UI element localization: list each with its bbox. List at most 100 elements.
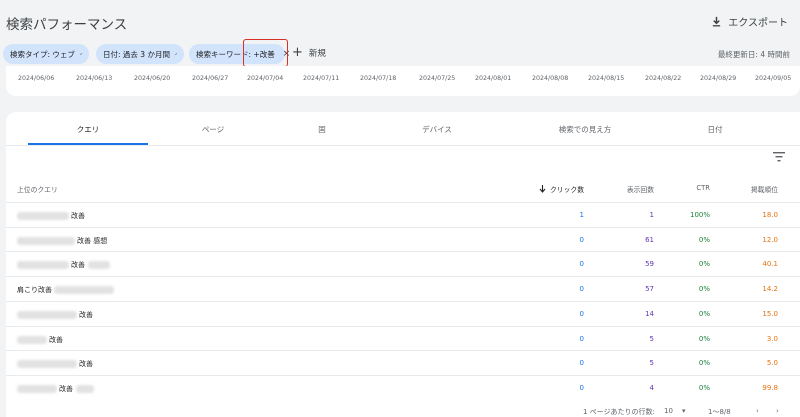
edit-pencil-icon[interactable] [80, 50, 82, 58]
ctr-cell: 0% [698, 334, 710, 343]
column-header-position[interactable]: 掲載順位 [751, 184, 778, 194]
ctr-cell: 0% [698, 309, 710, 318]
add-filter-label: 新規 [308, 49, 326, 59]
table-row[interactable]: 改善 感想 0 61 0% 12.0 [6, 226, 800, 252]
dimension-tabs: クエリ ページ 国 デバイス 検索での見え方 日付 [6, 112, 800, 146]
redacted-text [76, 384, 94, 393]
impressions-cell: 59 [645, 260, 654, 269]
column-header-ctr[interactable]: CTR [696, 184, 710, 192]
table-row[interactable]: 改善 0 14 0% 15.0 [6, 300, 800, 326]
query-text: 改善 [49, 335, 63, 344]
clicks-cell: 1 [579, 211, 584, 219]
query-text: 肩こり改善 [17, 286, 52, 295]
x-axis-tick-label: 2024/06/13 [76, 75, 113, 82]
position-cell: 18.0 [762, 211, 778, 219]
ctr-cell: 100% [689, 211, 710, 219]
clicks-header-label: クリック数 [550, 186, 584, 194]
tab-pages[interactable]: ページ [153, 124, 273, 135]
query-text: 改善 [71, 261, 85, 270]
ctr-cell: 0% [698, 235, 710, 244]
x-axis-tick-label: 2024/07/18 [360, 75, 397, 82]
redacted-text [88, 261, 110, 270]
export-button[interactable]: エクスポート [711, 14, 788, 29]
page-range: 1～8/8 [708, 408, 731, 416]
table-row[interactable]: 改善 0 5 0% 3.0 [6, 325, 800, 351]
column-header-clicks[interactable]: クリック数 [539, 184, 584, 194]
query-cell: 肩こり改善 [17, 285, 114, 295]
clicks-cell: 0 [579, 235, 584, 244]
x-axis-tick-label: 2024/08/29 [700, 75, 737, 82]
position-cell: 14.2 [762, 285, 778, 294]
table-row[interactable]: 肩こり改善 0 57 0% 14.2 [6, 276, 800, 301]
table-row[interactable]: 改善 1 1 100% 18.0 [6, 202, 800, 227]
tab-queries[interactable]: クエリ [28, 124, 148, 135]
table-header: 上位のクエリ クリック数 表示回数 CTR 掲載順位 [6, 178, 800, 202]
redacted-text [17, 261, 69, 270]
position-cell: 99.8 [762, 383, 778, 392]
impressions-cell: 1 [649, 211, 654, 219]
query-cell: 改善 感想 [17, 236, 107, 246]
tab-search-appearance[interactable]: 検索での見え方 [525, 124, 645, 135]
chip-label: 日付: 過去 3 か月間 [103, 49, 170, 59]
chevron-down-icon[interactable]: ▾ [682, 407, 686, 415]
impressions-cell: 5 [649, 334, 654, 343]
tab-dates[interactable]: 日付 [655, 124, 775, 135]
ctr-cell: 0% [698, 359, 710, 368]
last-updated-text: 最終更新日: 4 時間前 [717, 50, 790, 59]
ctr-cell: 0% [698, 383, 710, 392]
header-bar: 検索パフォーマンス エクスポート [0, 0, 800, 44]
position-cell: 40.1 [762, 260, 778, 269]
x-axis-tick-label: 2024/08/08 [532, 75, 569, 82]
edit-pencil-icon[interactable] [175, 50, 177, 58]
x-axis-tick-label: 2024/08/01 [475, 75, 512, 82]
query-cell: 改善 [17, 384, 94, 394]
rows-per-page-select[interactable]: 10 [664, 407, 673, 415]
tab-devices[interactable]: デバイス [377, 124, 497, 135]
x-axis-tick-label: 2024/07/11 [303, 75, 340, 82]
table-row[interactable]: 改善 0 59 0% 40.1 [6, 251, 800, 276]
position-cell: 5.0 [766, 359, 778, 368]
x-axis-tick-label: 2024/06/27 [192, 75, 229, 82]
prev-page-icon[interactable]: ‹ [756, 407, 759, 415]
query-text: 改善 [59, 384, 73, 393]
clicks-cell: 0 [579, 260, 584, 269]
query-text: 改善 [79, 310, 93, 319]
impressions-cell: 14 [645, 309, 654, 318]
query-text: 改善 感想 [77, 236, 108, 245]
query-cell: 改善 [17, 310, 93, 320]
add-filter-button[interactable]: + 新規 [292, 45, 326, 60]
filter-rows-icon[interactable] [773, 152, 785, 162]
x-axis-tick-label: 2024/07/04 [247, 75, 284, 82]
filter-chip-date[interactable]: 日付: 過去 3 か月間 [96, 44, 184, 64]
query-cell: 改善 [17, 211, 85, 221]
filter-bar: 検索タイプ: ウェブ 日付: 過去 3 か月間 検索キーワード: +改善 × +… [0, 39, 800, 67]
tab-countries[interactable]: 国 [262, 124, 382, 135]
redacted-text [17, 212, 69, 220]
next-page-icon[interactable]: › [776, 407, 779, 415]
x-axis-tick-label: 2024/08/15 [588, 75, 625, 82]
query-text: 改善 [71, 212, 85, 220]
pagination: 1 ページあたりの行数: 10 ▾ 1～8/8 ‹ › [0, 404, 800, 417]
page-title: 検索パフォーマンス [6, 17, 128, 33]
query-text: 改善 [79, 360, 93, 369]
table-card: クエリ ページ 国 デバイス 検索での見え方 日付 上位のクエリ クリック数 表… [6, 112, 800, 417]
x-axis-tick-label: 2024/07/25 [419, 75, 456, 82]
redacted-text [17, 310, 77, 319]
ctr-cell: 0% [698, 260, 710, 269]
x-axis-tick-label: 2024/09/05 [755, 75, 792, 82]
table-row[interactable]: 改善 0 5 0% 5.0 [6, 350, 800, 375]
redacted-text [17, 236, 75, 245]
column-header-impressions[interactable]: 表示回数 [627, 184, 654, 194]
position-cell: 12.0 [762, 235, 778, 244]
table-row[interactable]: 改善 0 4 0% 99.8 [6, 374, 800, 400]
impressions-cell: 61 [645, 235, 654, 244]
position-cell: 15.0 [762, 309, 778, 318]
performance-chart-card: 2024/06/06 2024/06/13 2024/06/20 2024/06/27… [6, 66, 800, 96]
position-cell: 3.0 [766, 334, 778, 343]
plus-icon: + [292, 45, 303, 60]
column-header-query[interactable]: 上位のクエリ [17, 184, 58, 194]
filter-chip-search-type[interactable]: 検索タイプ: ウェブ [3, 44, 89, 64]
tabs-divider [6, 145, 800, 146]
clicks-cell: 0 [579, 334, 584, 343]
query-cell: 改善 [17, 359, 93, 369]
